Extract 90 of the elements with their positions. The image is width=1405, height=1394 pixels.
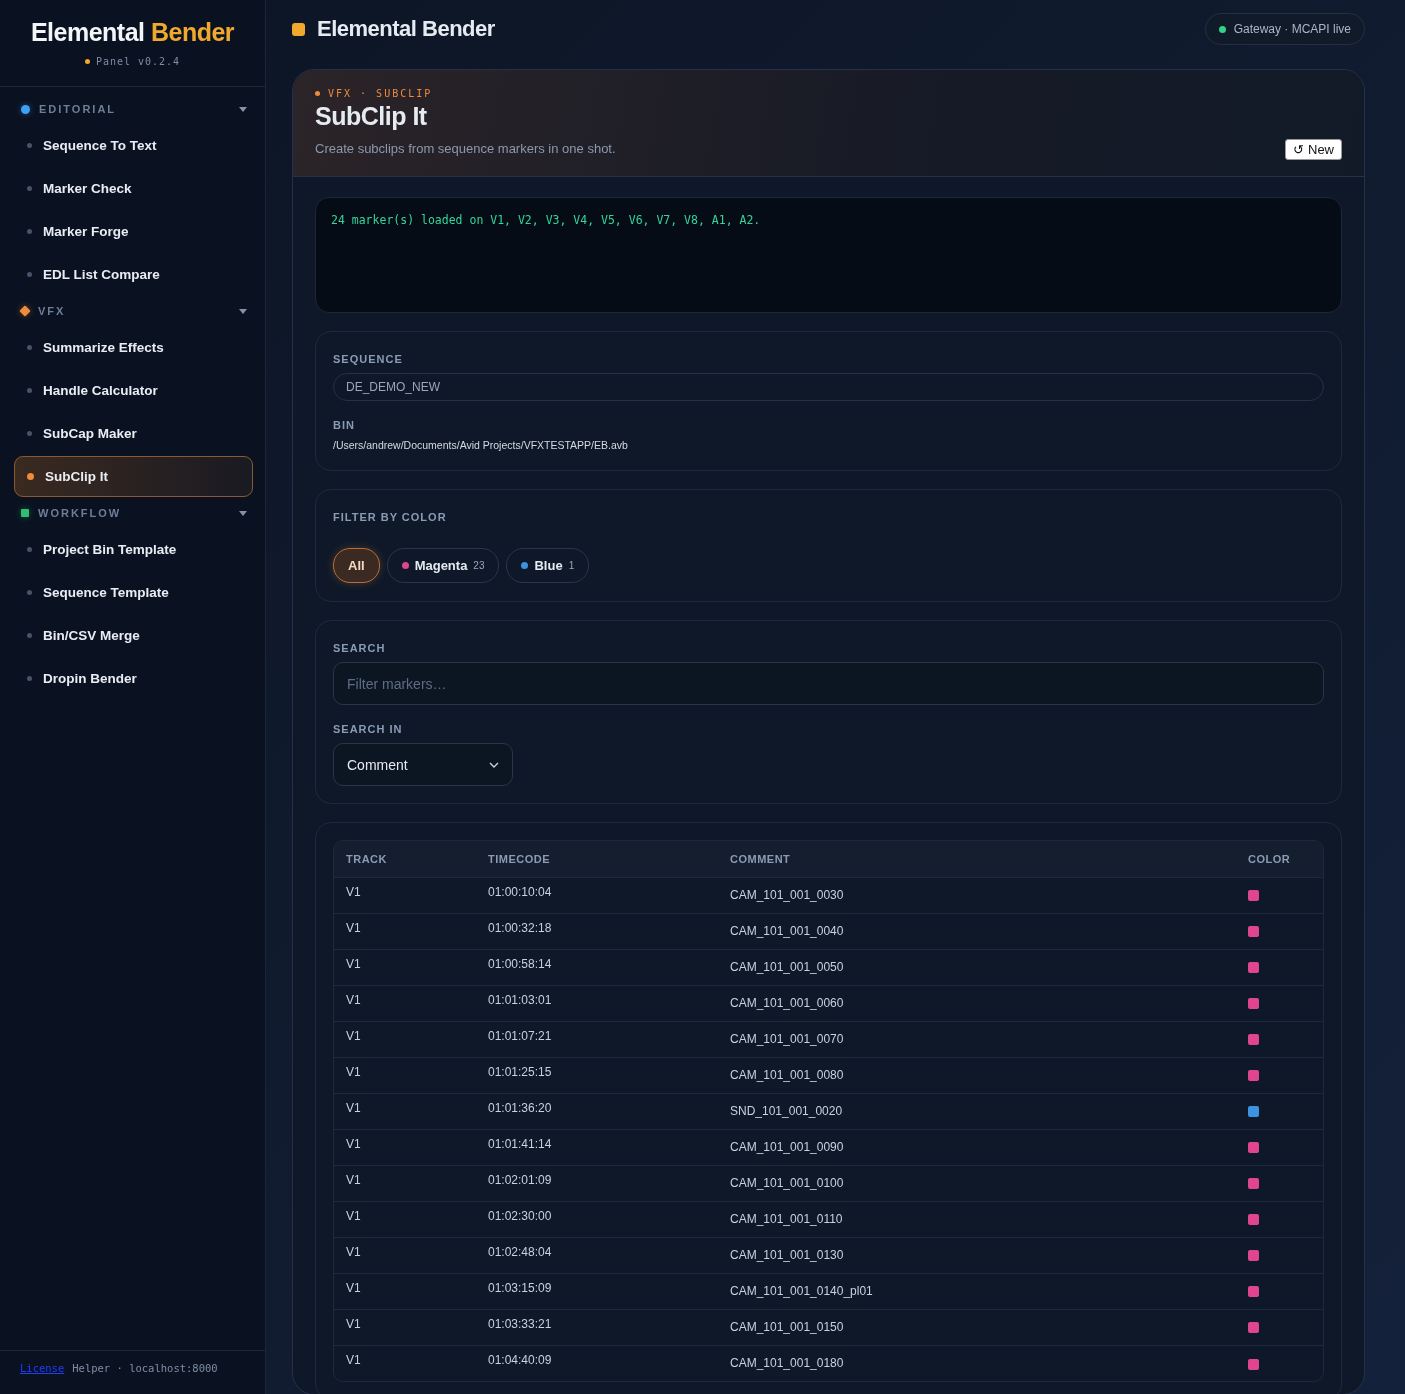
- table-cell: 01:02:01:09: [476, 1165, 718, 1201]
- table-cell: 01:01:41:14: [476, 1129, 718, 1165]
- table-cell: V1: [334, 1093, 476, 1129]
- group-header[interactable]: EDITORIAL: [14, 95, 253, 123]
- table-cell: V1: [334, 1237, 476, 1273]
- table-cell: V1: [334, 1021, 476, 1057]
- sidebar-item[interactable]: Project Bin Template: [14, 529, 253, 570]
- status-dot-icon: [84, 59, 90, 64]
- table-cell: V1: [334, 1057, 476, 1093]
- table-cell: SND_101_001_0020: [718, 1093, 1236, 1129]
- status-dot-icon: [1218, 25, 1226, 33]
- column-header: COLOR: [1236, 841, 1323, 877]
- tool-title: SubClip It: [315, 102, 428, 131]
- tool-subtitle: Create subclips from sequence markers in one shot.: [315, 141, 616, 156]
- table-cell: 01:03:15:09: [476, 1273, 718, 1309]
- table-cell: 01:00:10:04: [476, 877, 718, 913]
- table-cell: CAM_101_001_0070: [718, 1021, 1236, 1057]
- caret-icon: [239, 510, 247, 516]
- app-title: Elemental Bender: [30, 18, 235, 47]
- table-cell: V1: [334, 1345, 476, 1381]
- table-cell: 01:03:33:21: [476, 1309, 718, 1345]
- caret-icon: [239, 308, 247, 314]
- table-cell: CAM_101_001_0060: [718, 985, 1236, 1021]
- table-cell: V1: [334, 1129, 476, 1165]
- table-cell: CAM_101_001_0040: [718, 913, 1236, 949]
- chevron-down-icon: [489, 761, 499, 768]
- table-cell: CAM_101_001_0130: [718, 1237, 1236, 1273]
- filter-chip[interactable]: Magenta 23: [386, 548, 500, 583]
- sidebar-item[interactable]: Sequence To Text: [14, 125, 253, 166]
- field-label: BIN: [333, 419, 355, 431]
- table-cell: CAM_101_001_0180: [718, 1345, 1236, 1381]
- field-label: SEARCH: [333, 642, 386, 654]
- field-label: SEQUENCE: [333, 353, 403, 365]
- status-text: Gateway · MCAPI live: [1233, 22, 1351, 36]
- table-cell: CAM_101_001_0090: [718, 1129, 1236, 1165]
- section-label: FILTER BY COLOR: [333, 511, 447, 523]
- group-header[interactable]: WORKFLOW: [14, 499, 253, 527]
- version-label: Panel v0.2.4: [95, 56, 181, 67]
- dot-icon: [315, 91, 320, 96]
- table-cell: V1: [334, 1165, 476, 1201]
- sidebar-item[interactable]: Marker Forge: [14, 211, 253, 252]
- table-cell: V1: [334, 949, 476, 985]
- table-cell: CAM_101_001_0140_pl01: [718, 1273, 1236, 1309]
- column-header: TRACK: [334, 841, 476, 877]
- sidebar-item[interactable]: Summarize Effects: [14, 327, 253, 368]
- search-field[interactable]: Filter markers…: [333, 662, 1324, 705]
- table-cell: V1: [334, 913, 476, 949]
- table-cell: 01:04:40:09: [476, 1345, 718, 1381]
- sidebar-item[interactable]: SubCap Maker: [14, 413, 253, 454]
- table-cell: CAM_101_001_0110: [718, 1201, 1236, 1237]
- table-cell: CAM_101_001_0080: [718, 1057, 1236, 1093]
- field-label: SEARCH IN: [333, 723, 403, 735]
- column-header: COMMENT: [718, 841, 1236, 877]
- table-cell: V1: [334, 1273, 476, 1309]
- new-button[interactable]: ↺ New: [1285, 139, 1342, 160]
- table-cell: 01:02:30:00: [476, 1201, 718, 1237]
- breadcrumb: VFX · SUBCLIP: [328, 88, 433, 99]
- caret-icon: [239, 106, 247, 112]
- app-icon: [292, 22, 305, 36]
- table-cell: CAM_101_001_0100: [718, 1165, 1236, 1201]
- table-cell: 01:01:03:01: [476, 985, 718, 1021]
- filter-chip[interactable]: Blue 1: [506, 548, 590, 583]
- footer-text: Helper · localhost:8000: [72, 1362, 218, 1374]
- table-cell: CAM_101_001_0150: [718, 1309, 1236, 1345]
- table-cell: 01:01:07:21: [476, 1021, 718, 1057]
- table-cell: CAM_101_001_0030: [718, 877, 1236, 913]
- sidebar-item[interactable]: Dropin Bender: [14, 658, 253, 699]
- table-cell: 01:01:36:20: [476, 1093, 718, 1129]
- sidebar-item[interactable]: Handle Calculator: [14, 370, 253, 411]
- bin-path: /Users/andrew/Documents/Avid Projects/VFXTESTAPP/EB.avb: [333, 439, 629, 451]
- sidebar-item[interactable]: Sequence Template: [14, 572, 253, 613]
- search-in-dropdown[interactable]: Comment: [333, 743, 513, 786]
- filter-chip[interactable]: All: [333, 548, 380, 583]
- table-cell: V1: [334, 1309, 476, 1345]
- console-output: 24 marker(s) loaded on V1, V2, V3, V4, V5, V6, V7, V8, A1, A2.: [315, 197, 1342, 313]
- sidebar-item[interactable]: EDL List Compare: [14, 254, 253, 295]
- table-cell: 01:00:32:18: [476, 913, 718, 949]
- table-cell: 01:01:25:15: [476, 1057, 718, 1093]
- sidebar-item[interactable]: Bin/CSV Merge: [14, 615, 253, 656]
- column-header: TIMECODE: [476, 841, 718, 877]
- table-cell: V1: [334, 985, 476, 1021]
- table-cell: V1: [334, 877, 476, 913]
- group-header[interactable]: VFX: [14, 297, 253, 325]
- table-cell: 01:02:48:04: [476, 1237, 718, 1273]
- table-cell: CAM_101_001_0050: [718, 949, 1236, 985]
- sidebar-item[interactable]: Marker Check: [14, 168, 253, 209]
- table-cell: V1: [334, 1201, 476, 1237]
- page-title: Elemental Bender: [317, 16, 496, 42]
- table-cell: 01:00:58:14: [476, 949, 718, 985]
- sidebar-item[interactable]: SubClip It: [14, 456, 253, 497]
